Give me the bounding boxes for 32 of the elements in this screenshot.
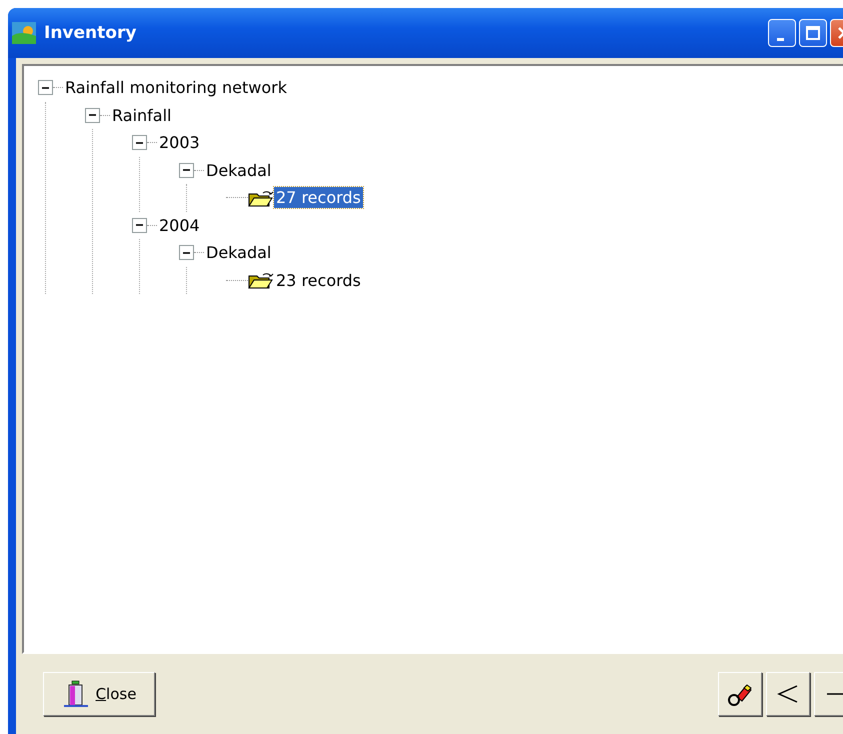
collapse-toggle[interactable] <box>179 162 194 178</box>
collapse-toggle[interactable] <box>179 245 194 260</box>
eraser-button[interactable] <box>718 672 762 716</box>
minus-icon <box>183 252 190 254</box>
tree-item[interactable]: 27 records <box>274 187 363 208</box>
tree-item[interactable]: Dekadal <box>204 242 274 264</box>
close-button[interactable]: Close <box>43 672 155 716</box>
minus-icon <box>183 169 190 172</box>
minus-icon <box>136 224 143 226</box>
minus-icon <box>136 142 143 144</box>
minimize-button[interactable] <box>768 19 796 47</box>
tree-item[interactable]: Dekadal <box>204 160 274 181</box>
landscape-icon <box>12 22 36 44</box>
minus-icon <box>827 693 843 695</box>
minimize-icon <box>776 38 784 40</box>
tree-item[interactable]: 2004 <box>157 214 202 236</box>
collapse-toggle[interactable] <box>132 218 147 233</box>
tree-item[interactable]: Rainfall monitoring network <box>63 77 289 98</box>
tree-item[interactable]: 23 records <box>274 270 363 291</box>
collapse-toggle[interactable] <box>38 80 53 96</box>
tree-item[interactable]: 2003 <box>157 132 202 154</box>
less-than-icon <box>777 683 799 705</box>
tree-item[interactable]: Rainfall <box>110 104 174 126</box>
minus-icon <box>89 114 96 116</box>
maximize-icon <box>806 26 820 40</box>
window-title: Inventory <box>44 23 136 43</box>
back-button[interactable] <box>766 672 810 716</box>
collapse-toggle[interactable] <box>132 135 147 150</box>
minus-icon <box>42 86 49 89</box>
maximize-button[interactable] <box>799 19 827 47</box>
collapse-toggle[interactable] <box>85 108 100 123</box>
door-icon <box>62 680 90 708</box>
